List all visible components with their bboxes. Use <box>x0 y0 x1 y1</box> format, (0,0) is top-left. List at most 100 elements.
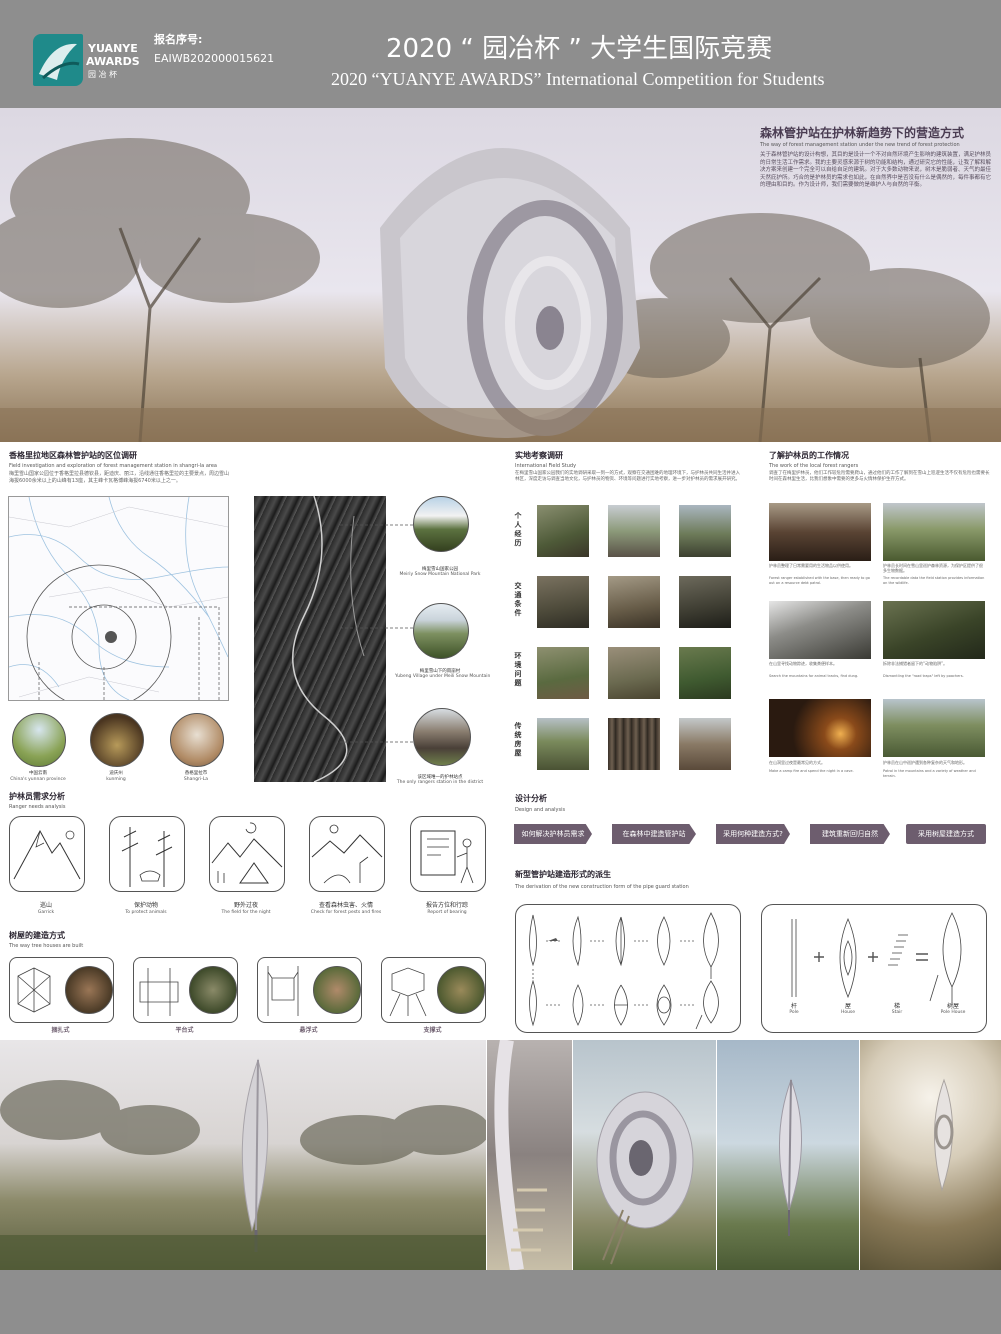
render-spiral-entrance-drawing <box>596 1091 694 1265</box>
need-label-en: Report of bearing <box>427 910 467 915</box>
tree-animal-icon <box>121 827 173 887</box>
map-circle-label-cn: 香格里拉市 <box>184 771 208 776</box>
work-caption-en: Search the mountains for animal tracks, … <box>769 674 859 678</box>
hero-title-en: The way of forest management station und… <box>760 142 960 148</box>
component-label-en: Stair <box>891 1010 903 1015</box>
field-photo <box>679 576 731 628</box>
header-band: YUANYE AWARDS 园 冶 杯 报名序号: EAIWB202000015… <box>0 0 1001 108</box>
treehouse-photo <box>65 966 113 1014</box>
field-photo <box>679 647 731 699</box>
field-photo <box>679 505 731 557</box>
field-photo <box>537 647 589 699</box>
aerial-connectors <box>340 524 415 743</box>
render-sunset-view-drawing <box>933 1078 954 1192</box>
aerial-circle-station <box>413 708 471 766</box>
derivation-panel <box>515 904 741 1033</box>
field-title-en: International Field Study <box>515 463 577 469</box>
field-title-cn: 实地考察调研 <box>515 451 563 460</box>
map-circle-label-cn: 中国云南 <box>29 771 47 776</box>
map-circle-diqing <box>90 713 144 767</box>
logo <box>33 34 83 86</box>
field-photo <box>608 718 660 770</box>
treehouse-label: 悬浮式 <box>299 1027 318 1034</box>
hero-body: 关于森林管护站的设计构想，其目的是设计一个不对自然环境产生影响的建筑装置，满足护… <box>760 152 992 188</box>
field-photo <box>537 576 589 628</box>
render-front-view <box>717 1040 859 1270</box>
aerial-circle-yubeng <box>413 603 469 659</box>
design-title-en: Design and analysis <box>515 807 566 813</box>
reg-label: 报名序号: <box>154 33 203 46</box>
field-photo <box>608 647 660 699</box>
need-label-en: The field for the night <box>221 910 271 915</box>
treehouse-label: 平台式 <box>175 1027 194 1034</box>
work-caption-cn: 拆除非法捕猎者留下的“动物陷阱”。 <box>883 661 948 666</box>
field-photo <box>679 718 731 770</box>
needs-title-en: Ranger needs analysis <box>9 804 66 810</box>
work-title-cn: 了解护林员的工作情况 <box>769 451 849 460</box>
work-caption-cn: 在山里寻找动物踪迹，收集粪便样本。 <box>769 661 837 666</box>
map-circle-label-en: Shangri-La <box>183 777 209 782</box>
work-photo <box>883 699 985 757</box>
map-circle-label-cn: 迪庆州 <box>109 771 123 776</box>
treehouse-label: 支撑式 <box>423 1027 442 1034</box>
component-panel: 杆 Pole 屋 House 梯 Stair 树屋 Pole House <box>761 904 987 1033</box>
footer-band <box>0 1270 1001 1334</box>
treehouse-card-support <box>381 957 486 1023</box>
render-detail-stair-drawing <box>494 1040 547 1270</box>
suspended-icon <box>267 966 299 1016</box>
logo-text-bottom: 园 冶 杯 <box>88 70 118 79</box>
work-photo <box>883 503 985 561</box>
need-label-cn: 查看森林虫害、火情 <box>318 902 373 909</box>
work-photo <box>769 601 871 659</box>
component-label-en: House <box>840 1010 856 1015</box>
field-photo <box>608 576 660 628</box>
aerial-circle-label-en: Yubeng Village under Meili Snow Mountain <box>395 674 491 679</box>
logo-text-mid: AWARDS <box>86 55 140 68</box>
map-circle-shangrila <box>170 713 224 767</box>
render-forest-wide-drawing <box>0 1058 486 1270</box>
derivation-title-cn: 新型管护站建造形式的派生 <box>515 870 611 879</box>
field-row-label: 环境问题 <box>514 652 522 687</box>
flow-step-1: 如何解决护林员需求 <box>514 824 592 844</box>
work-photo <box>883 601 985 659</box>
ranger-inspect-icon <box>311 824 383 884</box>
render-sunset-view <box>860 1040 1001 1270</box>
page-title-en: 2020 “YUANYE AWARDS” International Compe… <box>331 69 825 89</box>
field-photo <box>537 718 589 770</box>
work-caption-en: Patrol in the mountains and a variety of… <box>883 769 976 778</box>
aerial-circle-meili <box>413 496 469 552</box>
field-body: 在梅里雪山国家公园我们的实地调研采取一到一的方式，观察在交通困难的地理环境下，与… <box>515 471 740 482</box>
map-circle-yunnan <box>12 713 66 767</box>
platform-icon <box>139 968 179 1016</box>
render-detail-stair <box>487 1040 572 1270</box>
report-board-icon <box>420 830 474 884</box>
work-caption-en: The recordable data the field station pr… <box>883 576 985 585</box>
treehouse-photo <box>313 966 361 1014</box>
field-photo <box>537 505 589 557</box>
work-caption-en: Make a camp fire and spend the night in … <box>769 769 854 773</box>
need-label-cn: 巡山 <box>39 902 52 909</box>
need-tile-animals <box>109 816 185 892</box>
field-row-label: 传统房屋 <box>514 722 522 757</box>
hero-image: 森林管护站在护林新趋势下的营造方式 The way of forest mana… <box>0 108 1001 442</box>
logo-text-top: YUANYE <box>88 42 138 55</box>
component-label-cn: 梯 <box>893 1003 900 1010</box>
component-label-cn: 树屋 <box>946 1003 959 1010</box>
treehouse-title-en: The way tree houses are built <box>9 943 84 949</box>
hero-title-cn: 森林管护站在护林新趋势下的营造方式 <box>760 126 965 140</box>
work-caption-cn: 在山洞里过夜是最常见的方式。 <box>769 760 825 765</box>
treehouse-label: 捆扎式 <box>51 1027 70 1034</box>
render-spiral-entrance <box>573 1040 716 1270</box>
component-label-cn: 杆 <box>790 1003 797 1010</box>
mountain-icon <box>13 829 81 880</box>
page-title-cn: 2020 “ 园冶杯 ” 大学生国际竞赛 <box>386 34 773 64</box>
work-caption-cn: 护林员长时间在雪山里巡护森林资源，为保护区提供了很多生物数据。 <box>883 563 983 573</box>
need-tile-pests <box>309 816 385 892</box>
component-label-en: Pole House <box>940 1010 966 1015</box>
cube-icon <box>17 967 51 1013</box>
tent-icon <box>211 822 283 884</box>
support-icon <box>389 967 427 1017</box>
treehouse-title-cn: 树屋的建造方式 <box>9 931 65 940</box>
location-title-en: Field investigation and exploration of f… <box>9 463 217 469</box>
flow-step-4: 建筑重新回归自然 <box>810 824 890 844</box>
